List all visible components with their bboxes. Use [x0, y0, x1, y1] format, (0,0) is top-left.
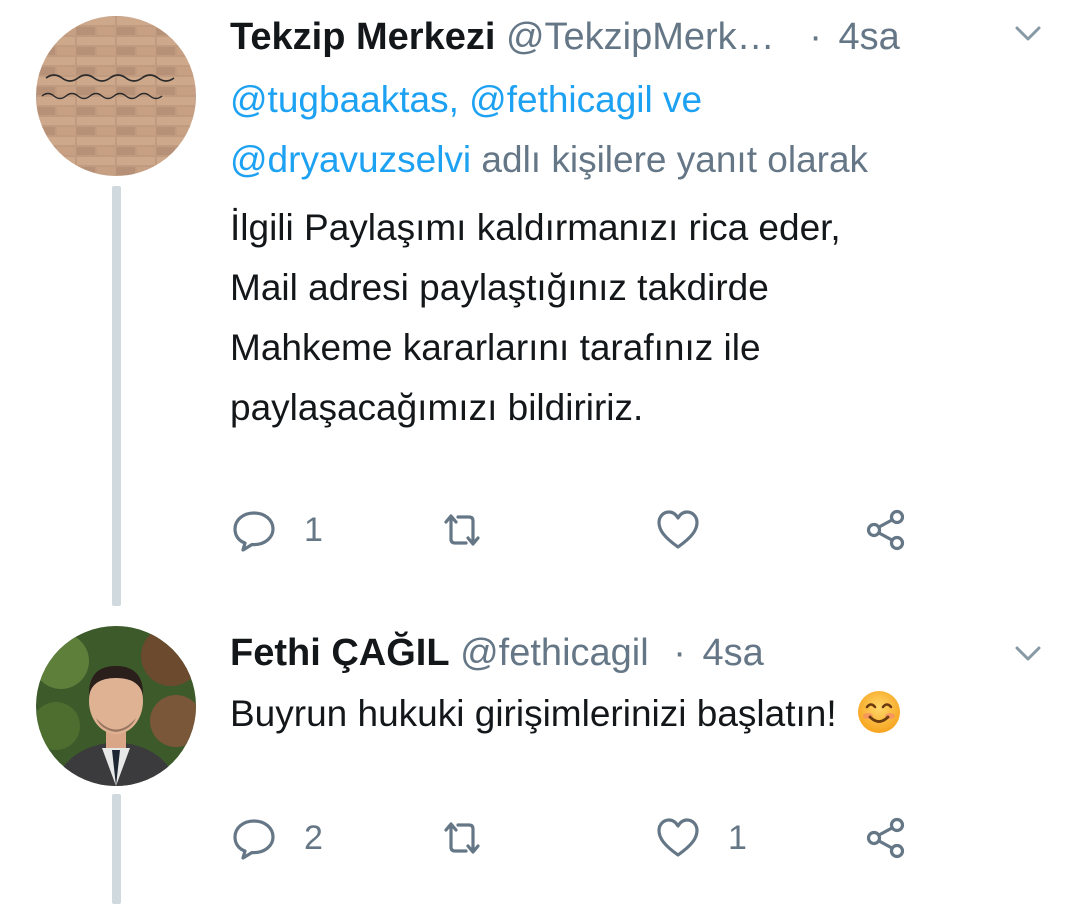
reply-icon [233, 511, 275, 552]
reply-context: @tugbaaktas, @fethicagil ve @dryavuzselv… [230, 70, 1030, 190]
thread-line [112, 186, 121, 606]
avatar[interactable] [36, 16, 196, 176]
mention-link[interactable]: @dryavuzselvi [230, 139, 471, 180]
user-handle[interactable]: @fethicagil [460, 632, 649, 674]
share-button[interactable] [862, 500, 910, 560]
mention-connector: ve [663, 79, 703, 120]
chevron-down-icon[interactable] [1014, 24, 1042, 44]
timestamp[interactable]: 4sa [838, 16, 899, 58]
avatar[interactable] [36, 626, 196, 786]
reply-count: 1 [304, 510, 323, 549]
display-name[interactable]: Tekzip Merkezi [230, 16, 495, 58]
thread-line [112, 794, 121, 904]
share-button[interactable] [862, 808, 910, 868]
mention-link[interactable]: @fethicagil [469, 79, 653, 120]
tweet-text-line: Buyrun hukuki girişimlerinizi başlatın! [230, 693, 837, 734]
separator-dot: · [673, 632, 686, 674]
tweet-actions: 2 1 [230, 808, 1080, 868]
like-button[interactable] [654, 500, 728, 560]
share-icon [866, 509, 905, 551]
separator-dot: · [809, 16, 822, 58]
retweet-button[interactable] [438, 500, 512, 560]
smiling-face-emoji-icon [857, 691, 900, 733]
reply-button[interactable]: 1 [230, 500, 323, 560]
retweet-button[interactable] [438, 808, 512, 868]
like-icon [657, 510, 699, 549]
reply-count: 2 [304, 818, 323, 857]
user-handle[interactable]: @TekzipMerk… [506, 16, 775, 58]
tweet[interactable]: Tekzip Merkezi @TekzipMerk… · 4sa @tugba… [0, 0, 1080, 610]
share-icon [866, 817, 905, 859]
tweet-header: Tekzip Merkezi @TekzipMerk… · 4sa [230, 12, 1080, 62]
tweet-header: Fethi ÇAĞIL @fethicagil · 4sa [230, 628, 1080, 678]
tweet-text: Buyrun hukuki girişimlerinizi başlatın! [230, 684, 1050, 744]
chevron-down-icon[interactable] [1014, 644, 1042, 664]
display-name[interactable]: Fethi ÇAĞIL [230, 632, 450, 674]
like-count: 1 [728, 818, 747, 857]
mention-link[interactable]: @tugbaaktas, [230, 79, 459, 120]
like-icon [657, 818, 699, 857]
avatar-portrait-image [36, 626, 196, 786]
reply-button[interactable]: 2 [230, 808, 323, 868]
timestamp[interactable]: 4sa [702, 632, 763, 674]
tweet[interactable]: Fethi ÇAĞIL @fethicagil · 4sa Buyrun huk… [0, 610, 1080, 904]
reply-icon [233, 819, 275, 860]
tweet-actions: 1 [230, 500, 1080, 560]
reply-context-label: adlı kişilere yanıt olarak [481, 139, 869, 180]
tweet-text-line: Mahkeme kararlarını tarafınız ile [230, 327, 761, 368]
tweet-text-line: İlgili Paylaşımı kaldırmanızı rica eder, [230, 207, 841, 248]
avatar-brick-wall-image [36, 16, 196, 176]
tweet-text-line: paylaşacağımızı bildiririz. [230, 387, 644, 428]
tweet-text-line: Mail adresi paylaştığınız takdirde [230, 267, 769, 308]
tweet-text: İlgili Paylaşımı kaldırmanızı rica eder,… [230, 198, 1030, 438]
retweet-icon [444, 514, 480, 546]
like-button[interactable]: 1 [654, 808, 747, 868]
retweet-icon [444, 822, 480, 854]
